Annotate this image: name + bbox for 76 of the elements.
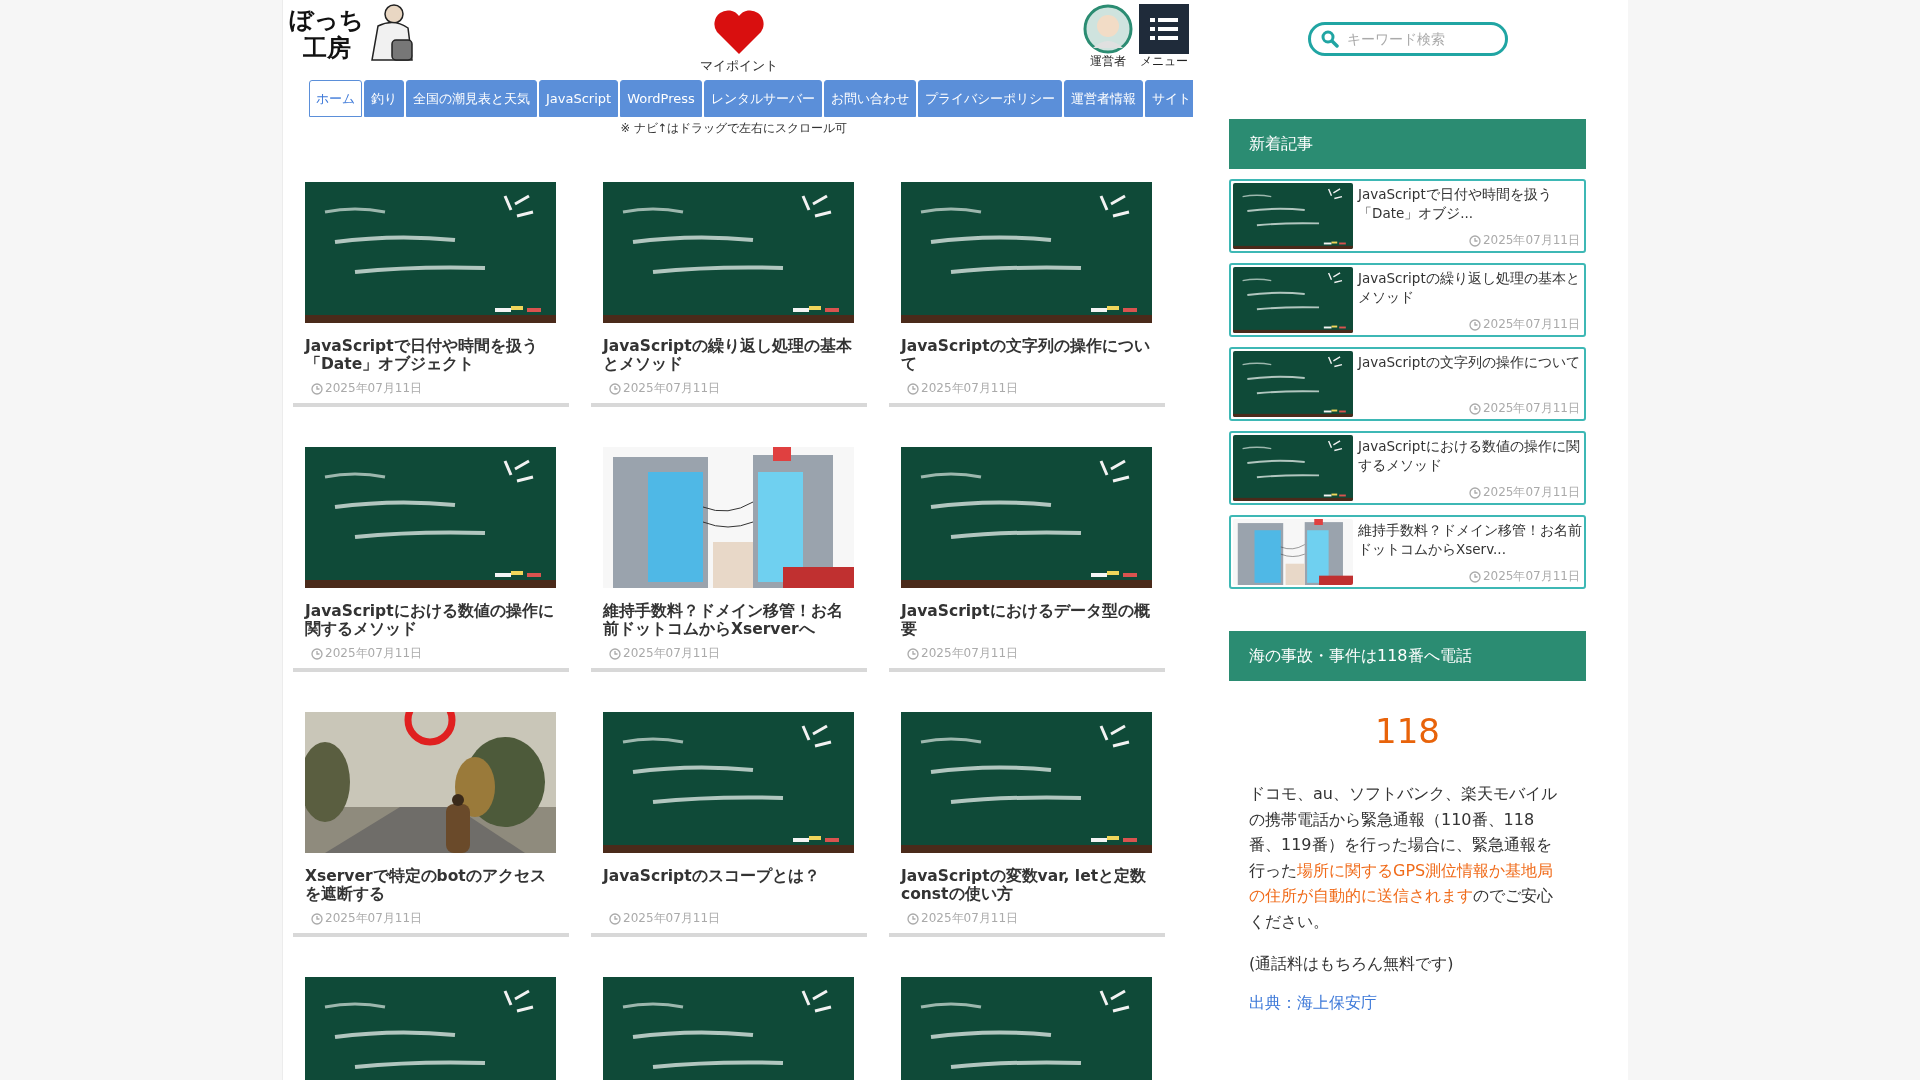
recent-article[interactable]: 維持手数料？ドメイン移管！お名前ドットコムからXserv... 2025年07月11日 xyxy=(1229,515,1586,589)
article-card[interactable]: Xserverで特定のbotのアクセスを遮断する 2025年07月11日 xyxy=(293,700,569,937)
clock-icon xyxy=(609,912,621,925)
article-title[interactable]: JavaScriptにおけるデータ型の概要 xyxy=(901,602,1153,638)
avatar-icon[interactable] xyxy=(1083,4,1133,54)
recent-article-date: 2025年07月11日 xyxy=(1482,484,1580,501)
search-icon xyxy=(1320,30,1339,48)
article-card[interactable]: 維持手数料？ドメイン移管！お名前ドットコムからXserverへ 2025年07月11日 xyxy=(591,435,867,672)
heart-icon[interactable] xyxy=(713,10,765,54)
clock-icon xyxy=(311,647,323,660)
recent-article-title: JavaScriptの文字列の操作について xyxy=(1358,353,1581,372)
source-link[interactable]: 出典：海上保安庁 xyxy=(1249,993,1377,1014)
article-date: 2025年07月11日 xyxy=(623,380,721,397)
article-date: 2025年07月11日 xyxy=(325,645,423,662)
fee-note: (通話料はもちろん無料です) xyxy=(1248,954,1455,975)
clock-icon xyxy=(311,912,323,925)
recent-article-date: 2025年07月11日 xyxy=(1482,568,1580,585)
recent-article[interactable]: JavaScriptにおける数値の操作に関するメソッド 2025年07月11日 xyxy=(1229,431,1586,505)
article-date: 2025年07月11日 xyxy=(623,645,721,662)
article-card[interactable]: JavaScriptで日付や時間を扱う「Date」オブジェクト 2025年07月11日 xyxy=(293,170,569,407)
logo-text[interactable]: ぼっち xyxy=(289,6,364,34)
clock-icon xyxy=(907,647,919,660)
article-card[interactable]: JavaScriptの繰り返し処理の基本とメソッド 2025年07月11日 xyxy=(591,170,867,407)
recent-article[interactable]: JavaScriptの文字列の操作について 2025年07月11日 xyxy=(1229,347,1586,421)
clock-icon xyxy=(907,382,919,395)
clock-icon xyxy=(907,912,919,925)
article-date: 2025年07月11日 xyxy=(921,645,1019,662)
mypoint-label[interactable]: マイポイント xyxy=(700,58,778,75)
recent-article-title: JavaScriptにおける数値の操作に関するメソッド xyxy=(1358,437,1581,475)
logo-text[interactable]: 工房 xyxy=(289,34,364,62)
article-title[interactable]: JavaScriptにおける数値の操作に関するメソッド xyxy=(305,602,557,638)
clock-icon xyxy=(1468,486,1481,499)
article-title[interactable]: Xserverで特定のbotのアクセスを遮断する xyxy=(305,867,557,903)
recent-article-date: 2025年07月11日 xyxy=(1482,400,1580,417)
article-title[interactable]: JavaScriptの文字列の操作について xyxy=(901,337,1153,373)
article-card[interactable]: JavaScriptにおける数値の操作に関するメソッド 2025年07月11日 xyxy=(293,435,569,672)
nav-tab[interactable]: ホーム xyxy=(309,80,362,117)
article-card[interactable]: JavaScriptのスコープとは？ 2025年07月11日 xyxy=(591,700,867,937)
clock-icon xyxy=(609,382,621,395)
article-title[interactable]: JavaScriptの変数var, letと定数constの使い方 xyxy=(901,867,1153,903)
menu-icon xyxy=(1150,17,1178,41)
article-title[interactable]: JavaScriptの繰り返し処理の基本とメソッド xyxy=(603,337,855,373)
recent-article-title: 維持手数料？ドメイン移管！お名前ドットコムからXserv... xyxy=(1358,521,1582,559)
search-input[interactable]: キーワード検索 xyxy=(1344,30,1489,48)
article-date: 2025年07月11日 xyxy=(325,910,423,927)
info-paragraph: ドコモ、au、ソフトバンク、楽天モバイルの携帯電話から緊急通報（110番、118番、119番）を行った場合に、緊急通報を行った場所に関するGPS測位情報か基地局の住所が自動的に送信されますのでご安心ください。 xyxy=(1248,783,1558,933)
article-date: 2025年07月11日 xyxy=(623,910,721,927)
recent-article-date: 2025年07月11日 xyxy=(1482,232,1580,249)
section-header: 新着記事 xyxy=(1229,119,1586,169)
article-date: 2025年07月11日 xyxy=(921,380,1019,397)
section-header: 海の事故・事件は118番へ電話 xyxy=(1229,631,1586,681)
article-date: 2025年07月11日 xyxy=(325,380,423,397)
recent-article-title: JavaScriptの繰り返し処理の基本とメソッド xyxy=(1358,269,1581,307)
clock-icon xyxy=(1468,570,1481,583)
article-title[interactable]: JavaScriptのスコープとは？ xyxy=(603,867,855,903)
clock-icon xyxy=(1468,234,1481,247)
menu-button[interactable] xyxy=(1139,4,1189,54)
article-title[interactable]: 維持手数料？ドメイン移管！お名前ドットコムからXserverへ xyxy=(603,602,855,638)
article-card[interactable]: JavaScriptにおけるデータ型の概要 2025年07月11日 xyxy=(889,435,1165,672)
operator-label[interactable]: 運営者 xyxy=(1090,54,1126,68)
article-title[interactable]: JavaScriptで日付や時間を扱う「Date」オブジェクト xyxy=(305,337,557,373)
recent-article[interactable]: JavaScriptで日付や時間を扱う「Date」オブジ... 2025年07月11日 xyxy=(1229,179,1586,253)
clock-icon xyxy=(1468,402,1481,415)
article-card[interactable]: JavaScriptの文字列の操作について 2025年07月11日 xyxy=(889,170,1165,407)
search-field[interactable]: キーワード検索 xyxy=(1307,22,1508,56)
article-date: 2025年07月11日 xyxy=(921,910,1019,927)
menu-label[interactable]: メニュー xyxy=(1140,54,1188,68)
article-card[interactable]: JavaScriptの変数var, letと定数constの使い方 2025年07月11日 xyxy=(889,700,1165,937)
clock-icon xyxy=(311,382,323,395)
recent-article-title: JavaScriptで日付や時間を扱う「Date」オブジ... xyxy=(1358,185,1553,223)
recent-article-date: 2025年07月11日 xyxy=(1482,316,1580,333)
phone-number: 118 xyxy=(1375,711,1440,751)
scroll-hint: ※ ナビ↑はドラッグで左右にスクロール可 xyxy=(620,121,848,136)
clock-icon xyxy=(1468,318,1481,331)
clock-icon xyxy=(609,647,621,660)
recent-article[interactable]: JavaScriptの繰り返し処理の基本とメソッド 2025年07月11日 xyxy=(1229,263,1586,337)
